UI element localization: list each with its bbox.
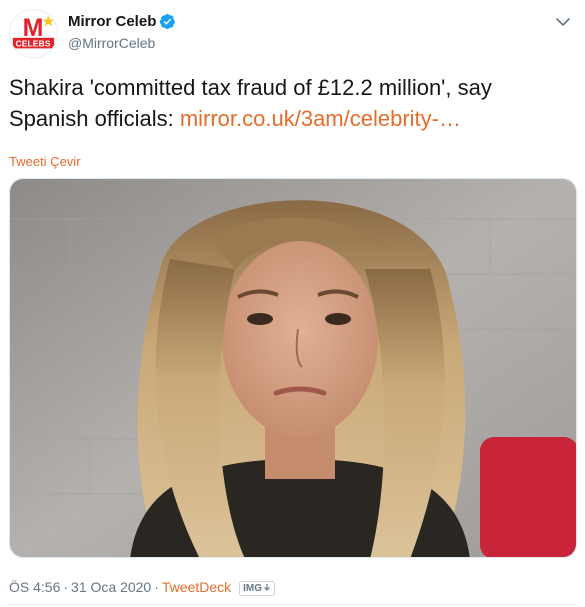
tweet-text-line1: Shakira 'committed tax fraud of £12.2 mi… xyxy=(9,75,492,100)
avatar-text: CELEBS xyxy=(16,38,51,48)
divider xyxy=(9,604,576,605)
tweet-link[interactable]: mirror.co.uk/3am/celebrity-… xyxy=(180,106,461,131)
tweet-image[interactable] xyxy=(9,178,577,558)
author-handle[interactable]: @MirrorCeleb xyxy=(68,35,176,51)
meta-separator: · xyxy=(154,579,159,595)
arrow-down-icon xyxy=(264,584,270,591)
avatar[interactable]: M CELEBS xyxy=(9,9,58,58)
verified-badge-icon xyxy=(160,14,176,30)
mirror-celebs-logo: M CELEBS xyxy=(10,10,57,57)
tweet-time[interactable]: ÖS 4:56 xyxy=(9,579,60,595)
tweet-text-line2: Spanish officials: xyxy=(9,106,180,131)
tweet-meta: ÖS 4:56 · 31 Oca 2020 · TweetDeck IMG xyxy=(9,579,276,596)
tweet-text: Shakira 'committed tax fraud of £12.2 mi… xyxy=(9,72,569,134)
author-block: Mirror Celeb @MirrorCeleb xyxy=(68,13,176,51)
tweet-card: M CELEBS Mirror Celeb @MirrorCeleb Shaki… xyxy=(0,0,585,607)
meta-separator: · xyxy=(63,579,69,595)
translate-tweet-link[interactable]: Tweeti Çevir xyxy=(9,154,81,169)
tweet-date[interactable]: 31 Oca 2020 xyxy=(71,579,151,595)
tweet-source[interactable]: TweetDeck xyxy=(162,579,231,595)
img-badge-label: IMG xyxy=(243,583,263,594)
shakira-photo xyxy=(10,179,576,557)
img-badge[interactable]: IMG xyxy=(239,581,276,596)
chevron-down-icon[interactable] xyxy=(553,14,573,30)
author-name[interactable]: Mirror Celeb xyxy=(68,13,156,30)
